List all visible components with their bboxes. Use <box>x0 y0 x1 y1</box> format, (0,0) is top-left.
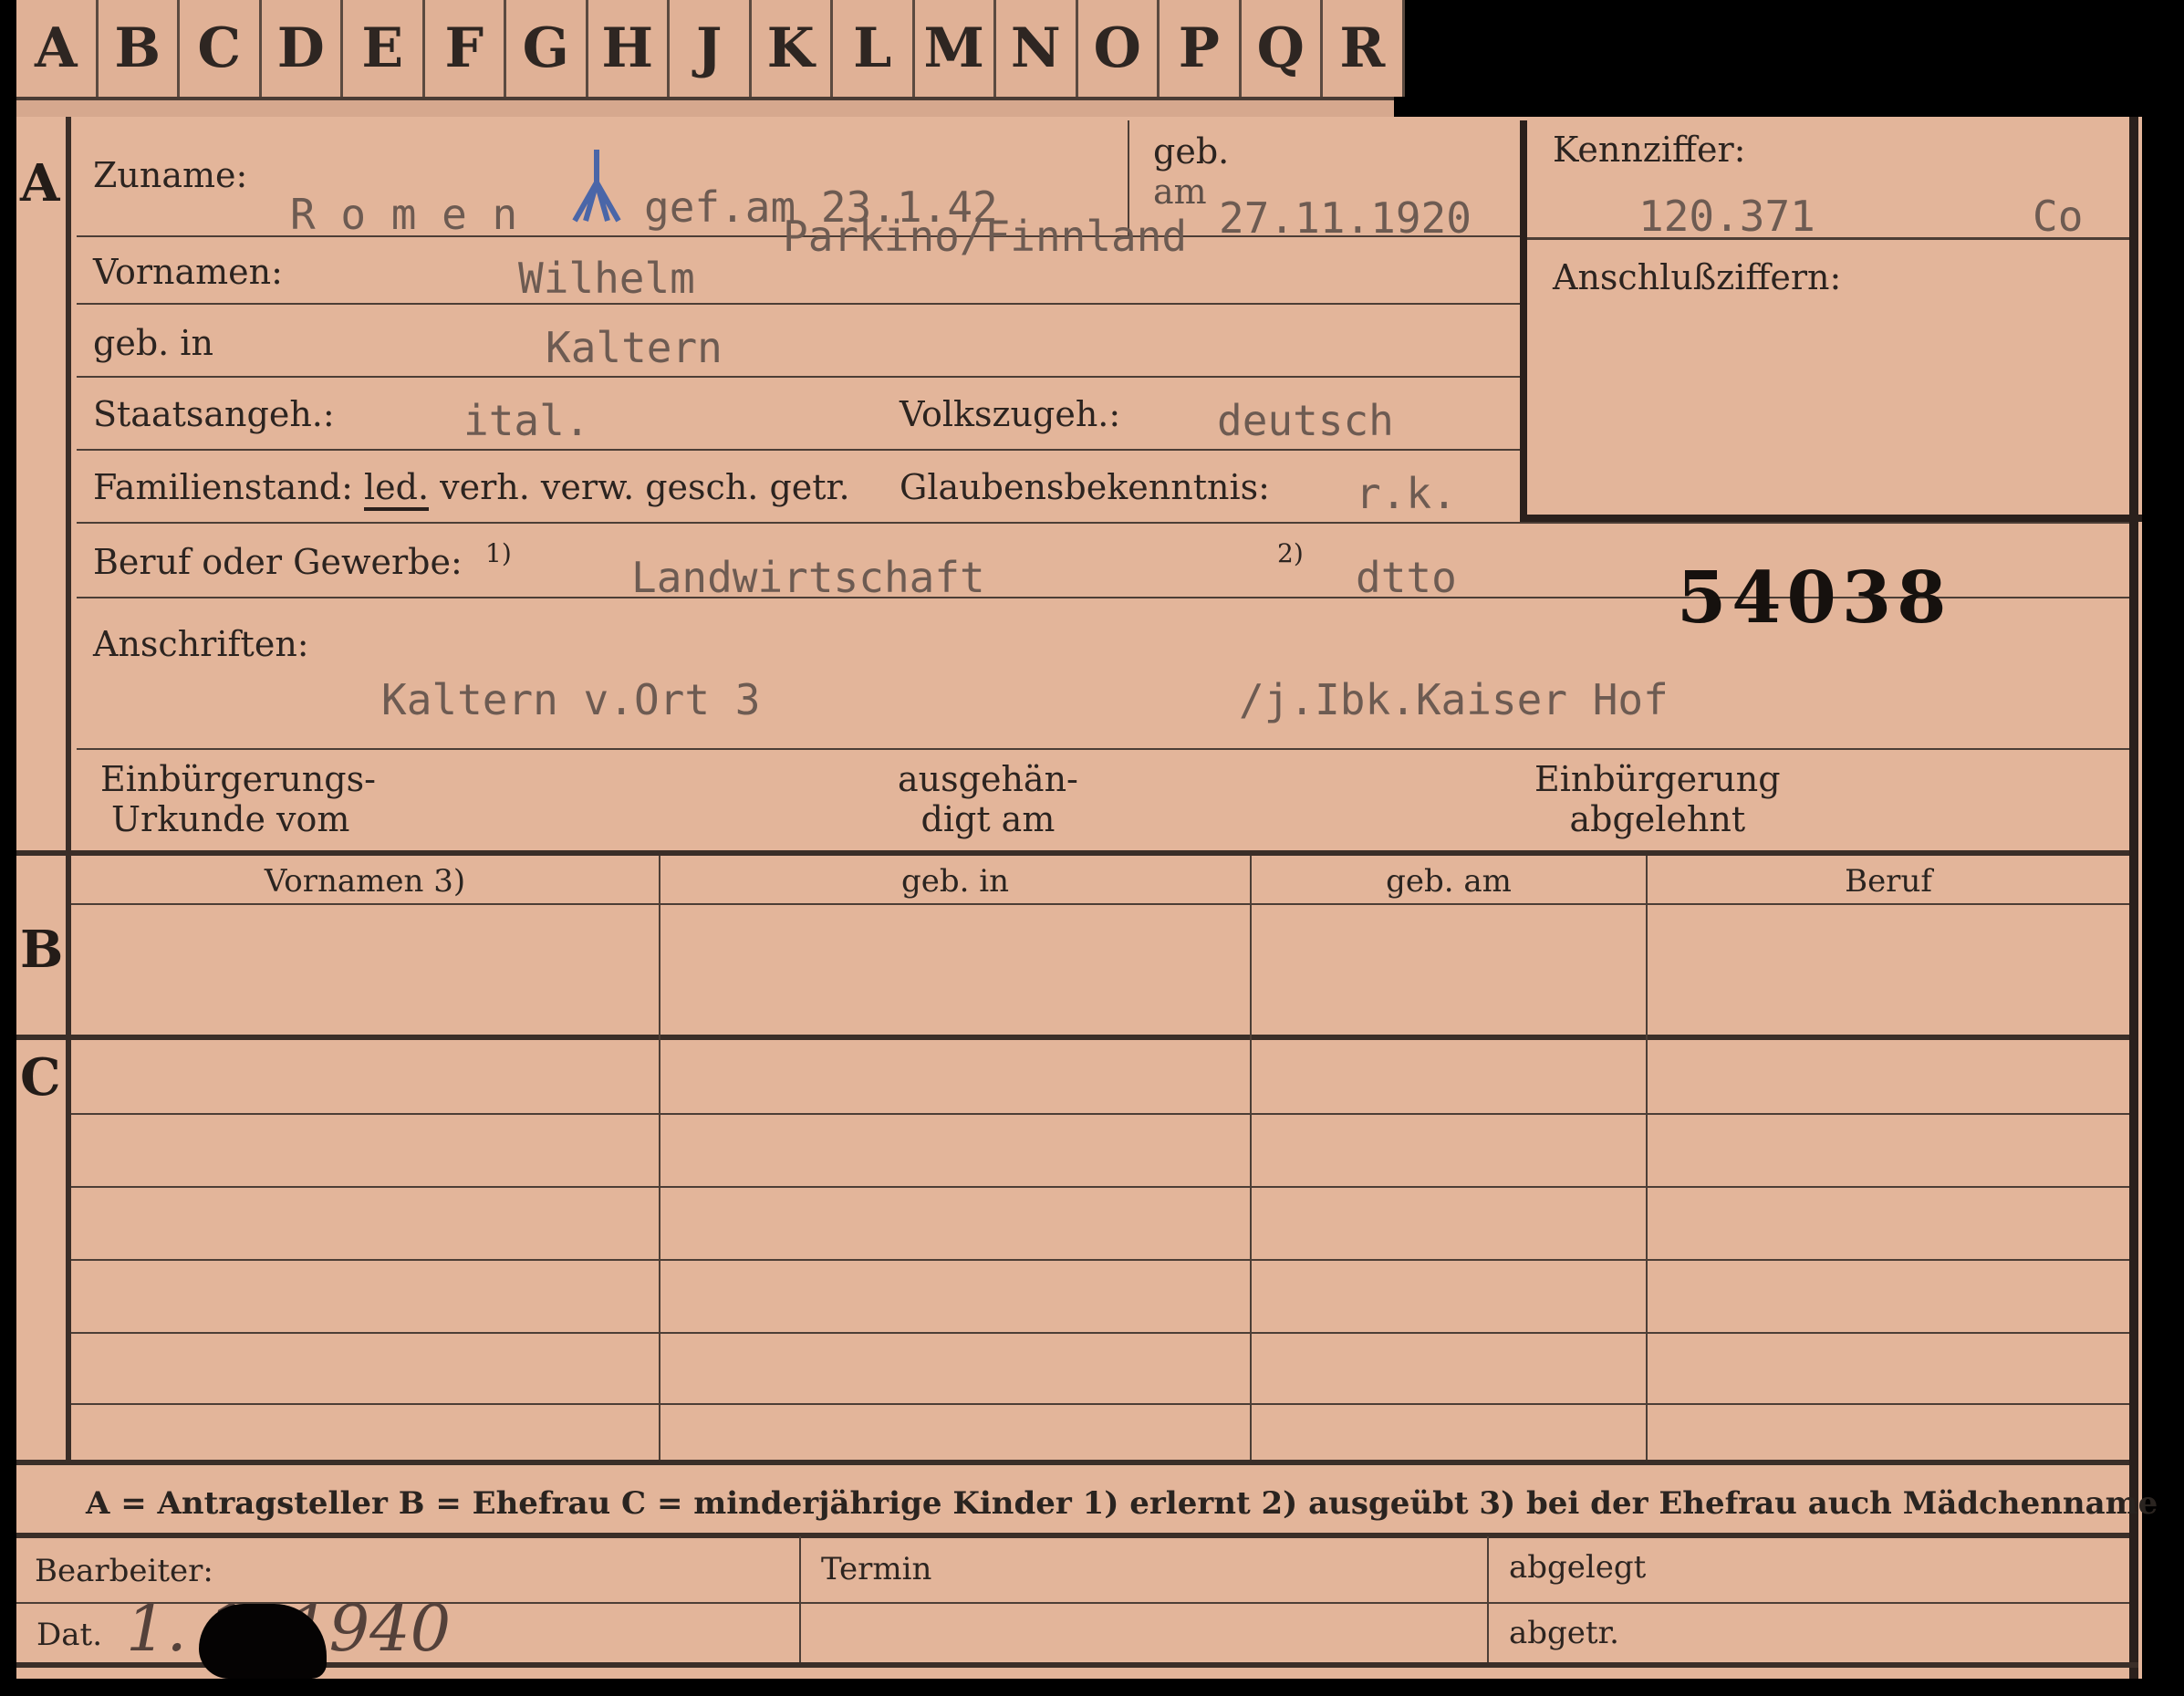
zuname-label: Zuname: <box>93 155 248 195</box>
einbuergerung-line2: Urkunde vom <box>111 799 350 839</box>
col-header-geb-in: geb. in <box>900 863 1010 900</box>
volkszugehoerigkeit-label: Volkszugeh.: <box>900 394 1121 434</box>
tab-n[interactable]: N <box>996 0 1078 97</box>
geb-datum-value: 27.11.1920 <box>1219 193 1472 243</box>
geb-in-value: Kaltern <box>546 323 723 372</box>
tab-f[interactable]: F <box>424 0 506 97</box>
anschlussziffern-label: Anschlußziffern: <box>1553 257 1842 297</box>
tab-e[interactable]: E <box>343 0 425 97</box>
register-tabs: ABCDEFGHJKLMNOPQR <box>16 0 1405 102</box>
familienstand-options: verh. verw. gesch. getr. <box>440 467 850 507</box>
zuname-value: R o m e n <box>290 190 518 239</box>
tab-a[interactable]: A <box>16 0 99 97</box>
kennziffer-value: 120.371 <box>1638 192 1815 241</box>
tab-p[interactable]: P <box>1160 0 1242 97</box>
beruf-label: Beruf oder Gewerbe: <box>93 542 463 582</box>
tab-l[interactable]: L <box>833 0 915 97</box>
abgelehnt-line2: abgelehnt <box>1569 799 1746 839</box>
ink-blot <box>199 1604 327 1679</box>
tab-d[interactable]: D <box>261 0 343 97</box>
tab-q[interactable]: Q <box>1241 0 1323 97</box>
section-a-label: A <box>20 153 60 213</box>
section-b-label: B <box>20 920 64 980</box>
staatsangehoerigkeit-label: Staatsangeh.: <box>93 394 335 434</box>
registration-number: 54038 <box>1677 557 1952 640</box>
tab-c[interactable]: C <box>180 0 262 97</box>
ausgehaendigt-line1: ausgehän- <box>898 759 1078 799</box>
abgetragen-label: abgetr. <box>1509 1615 1619 1651</box>
geb-am-label: am <box>1153 172 1207 212</box>
glaubensbekenntnis-label: Glaubensbekenntnis: <box>900 467 1270 507</box>
abgelegt-label: abgelegt <box>1509 1549 1647 1586</box>
footnote-1-mark: 1) <box>485 538 512 568</box>
legend-text: A = Antragsteller B = Ehefrau C = minder… <box>86 1485 2158 1522</box>
volkszugehoerigkeit-value: deutsch <box>1217 396 1394 445</box>
vornamen-label: Vornamen: <box>93 252 283 292</box>
col-header-beruf: Beruf <box>1845 863 1932 900</box>
kennziffer-suffix: Co <box>2033 192 2084 241</box>
einbuergerung-line1: Einbürgerungs- <box>100 759 376 799</box>
einbuergerung-abgelehnt-label: Einbürgerung abgelehnt <box>1534 759 1781 839</box>
einbuergerung-urkunde-label: Einbürgerungs- Urkunde vom <box>100 759 376 839</box>
ausgehaendigt-line2: digt am <box>920 799 1056 839</box>
tab-r[interactable]: R <box>1323 0 1405 97</box>
tab-j[interactable]: J <box>670 0 752 97</box>
staatsangehoerigkeit-value: ital. <box>463 396 590 445</box>
index-card: A B C Kennziffer: 120.371 Co Anschlußzif… <box>16 117 2158 1679</box>
beruf-erlernt-value: Landwirtschaft <box>631 553 985 602</box>
glaubensbekenntnis-value: r.k. <box>1356 469 1457 518</box>
termin-label: Termin <box>821 1551 932 1587</box>
ausgehaendigt-label: ausgehän- digt am <box>898 759 1078 839</box>
tab-k[interactable]: K <box>751 0 833 97</box>
gefallen-ort-value: Parkino/Finnland <box>783 212 1188 261</box>
familienstand-ledig: led. <box>364 467 430 511</box>
tabs-strip <box>16 97 1394 119</box>
beruf-ausgeuebt-value: dtto <box>1356 553 1457 602</box>
tab-g[interactable]: G <box>506 0 588 97</box>
anschriften-label: Anschriften: <box>93 624 309 664</box>
datum-label: Dat. <box>36 1617 103 1653</box>
bearbeiter-label: Bearbeiter: <box>35 1553 213 1589</box>
anschrift-1-value: Kaltern v.Ort 3 <box>381 675 761 724</box>
familienstand-label: Familienstand: led. verh. verw. gesch. g… <box>93 467 850 511</box>
kennziffer-label: Kennziffer: <box>1553 130 1746 170</box>
geb-label: geb. <box>1153 131 1230 172</box>
tab-h[interactable]: H <box>588 0 670 97</box>
col-header-geb-am: geb. am <box>1386 863 1512 900</box>
col-header-vornamen: Vornamen 3) <box>264 863 466 900</box>
section-c-label: C <box>20 1047 61 1108</box>
death-cross-icon <box>569 146 624 224</box>
tab-b[interactable]: B <box>98 0 180 97</box>
anschrift-2-value: /j.Ibk.Kaiser Hof <box>1239 675 1669 724</box>
tab-m[interactable]: M <box>914 0 996 97</box>
familienstand-title: Familienstand: <box>93 467 353 507</box>
abgelehnt-line1: Einbürgerung <box>1534 759 1781 799</box>
geb-in-label: geb. in <box>93 323 213 363</box>
vornamen-value: Wilhelm <box>518 254 695 303</box>
tab-o[interactable]: O <box>1077 0 1160 97</box>
footnote-2-mark: 2) <box>1277 538 1304 568</box>
